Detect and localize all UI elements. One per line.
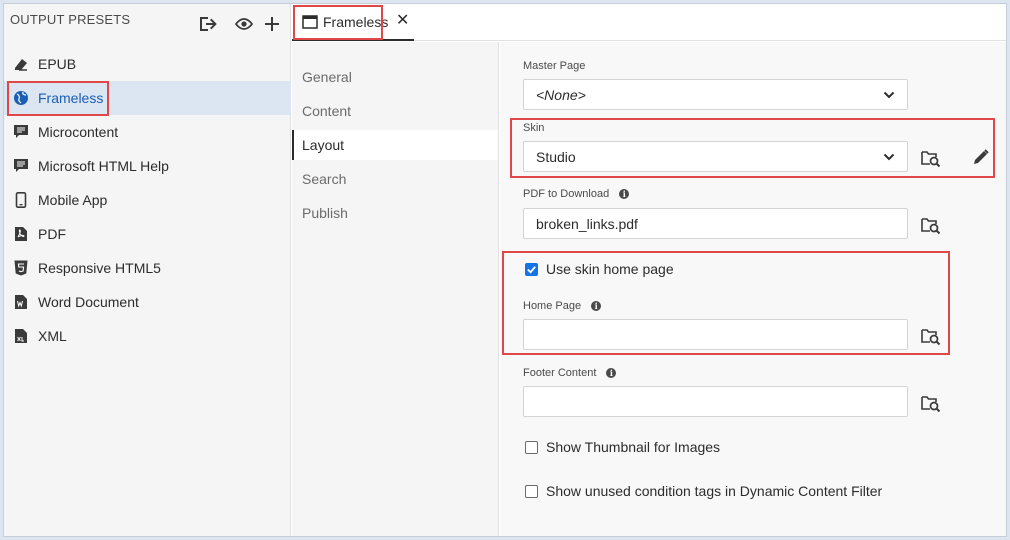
globe-icon: [12, 89, 30, 107]
preset-item-word-document[interactable]: Word Document: [4, 285, 291, 319]
info-icon: i: [619, 189, 630, 199]
checkbox-unchecked-icon: [525, 440, 538, 454]
browse-footer-icon[interactable]: [921, 393, 941, 413]
plus-icon[interactable]: [262, 14, 282, 34]
preset-item-frameless[interactable]: Frameless: [4, 81, 291, 115]
pdf-download-label: PDF to Download i: [523, 188, 630, 200]
info-icon: i: [591, 301, 602, 311]
pdf-icon: [12, 225, 30, 243]
nav-content[interactable]: Content: [292, 96, 498, 126]
preset-label: Responsive HTML5: [38, 260, 161, 276]
chevron-down-icon: [883, 153, 895, 161]
close-icon[interactable]: ✕: [396, 13, 409, 29]
panel-header: OUTPUT PRESETS: [4, 4, 291, 44]
preset-label: Microcontent: [38, 124, 119, 140]
master-page-label: Master Page: [523, 60, 586, 72]
home-page-input[interactable]: [523, 319, 908, 350]
browse-pdf-icon[interactable]: [921, 215, 941, 235]
master-page-select[interactable]: <None>: [523, 79, 908, 110]
checkbox-unchecked-icon: [525, 484, 538, 498]
preset-label: EPUB: [38, 56, 77, 72]
show-thumbnail-label: Show Thumbnail for Images: [546, 439, 721, 455]
preset-item-microsoft-html-help[interactable]: Microsoft HTML Help: [4, 149, 291, 183]
epub-icon: [12, 55, 30, 73]
footer-content-label: Footer Content i: [523, 367, 617, 379]
preset-item-responsive-html5[interactable]: Responsive HTML5: [4, 251, 291, 285]
tab-label: Frameless: [323, 14, 389, 30]
home-page-label: Home Page i: [523, 300, 602, 312]
show-unused-tags-checkbox[interactable]: Show unused condition tags in Dynamic Co…: [525, 483, 882, 499]
nav-search[interactable]: Search: [292, 164, 498, 194]
output-presets-panel: OUTPUT PRESETS EPUB Frameless Microconte…: [4, 4, 291, 536]
export-icon[interactable]: [197, 14, 217, 34]
skin-label: Skin: [523, 122, 545, 134]
chevron-down-icon: [883, 91, 895, 99]
master-page-value: <None>: [536, 86, 586, 103]
show-thumbnail-checkbox[interactable]: Show Thumbnail for Images: [525, 439, 720, 455]
preset-list: EPUB Frameless Microcontent Microsoft HT…: [4, 47, 291, 353]
html5-icon: [12, 259, 30, 277]
preset-label: Microsoft HTML Help: [38, 158, 169, 174]
app-window: OUTPUT PRESETS EPUB Frameless Microconte…: [3, 3, 1007, 537]
help-icon: [12, 157, 30, 175]
footer-content-input[interactable]: [523, 386, 908, 417]
mobile-icon: [12, 191, 30, 209]
preset-item-mobile-app[interactable]: Mobile App: [4, 183, 291, 217]
browse-home-page-icon[interactable]: [921, 326, 941, 346]
preset-item-epub[interactable]: EPUB: [4, 47, 291, 81]
settings-nav: General Content Layout Search Publish: [292, 42, 499, 536]
show-unused-tags-label: Show unused condition tags in Dynamic Co…: [546, 483, 883, 499]
tab-frameless[interactable]: Frameless ✕: [292, 4, 414, 41]
preset-label: Frameless: [38, 90, 104, 106]
microcontent-icon: [12, 123, 30, 141]
panel-title: OUTPUT PRESETS: [10, 12, 131, 27]
nav-general[interactable]: General: [292, 62, 498, 92]
word-icon: [12, 293, 30, 311]
browse-skin-icon[interactable]: [921, 148, 941, 168]
tab-bar: Frameless ✕: [292, 4, 1006, 41]
preset-label: XML: [38, 328, 67, 344]
preset-label: Mobile App: [38, 192, 108, 208]
checkbox-checked-icon: [525, 262, 538, 276]
info-icon: i: [606, 368, 617, 378]
preset-item-microcontent[interactable]: Microcontent: [4, 115, 291, 149]
pdf-download-value: broken_links.pdf: [536, 215, 638, 232]
window-icon: [302, 14, 318, 30]
nav-layout[interactable]: Layout: [292, 130, 498, 160]
use-skin-home-label: Use skin home page: [546, 261, 674, 277]
preset-item-pdf[interactable]: PDF: [4, 217, 291, 251]
layout-settings-form: Master Page <None> Skin Studio PDF to Do…: [500, 42, 1006, 536]
xml-icon: [12, 327, 30, 345]
preset-label: PDF: [38, 226, 66, 242]
preset-item-xml[interactable]: XML: [4, 319, 291, 353]
skin-value: Studio: [536, 148, 576, 165]
use-skin-home-checkbox[interactable]: Use skin home page: [525, 261, 674, 277]
pencil-icon[interactable]: [972, 148, 990, 166]
preset-label: Word Document: [38, 294, 139, 310]
pdf-download-input[interactable]: broken_links.pdf: [523, 208, 908, 239]
eye-icon[interactable]: [234, 14, 254, 34]
skin-select[interactable]: Studio: [523, 141, 908, 172]
nav-publish[interactable]: Publish: [292, 198, 498, 228]
